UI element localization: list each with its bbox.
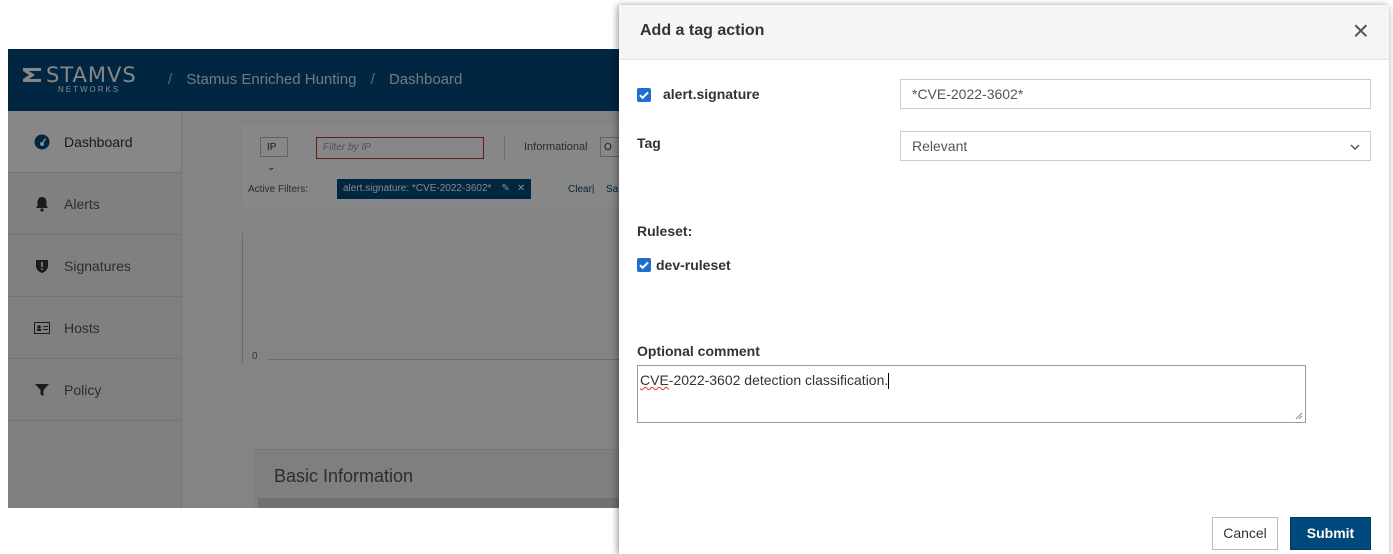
submit-button[interactable]: Submit xyxy=(1290,517,1371,550)
comment-label: Optional comment xyxy=(637,343,760,359)
comment-spellcheck-word: CVE xyxy=(640,372,669,388)
close-icon[interactable]: × xyxy=(1353,16,1369,46)
chevron-down-icon xyxy=(1350,144,1360,151)
modal-backdrop[interactable] xyxy=(8,49,620,508)
ruleset-label: Ruleset: xyxy=(637,223,693,239)
tag-select-value: Relevant xyxy=(912,138,968,154)
background-app: STAMVS NETWORKS / Stamus Enriched Huntin… xyxy=(8,49,620,508)
tag-label: Tag xyxy=(637,135,661,151)
check-icon xyxy=(639,91,649,100)
modal-header: Add a tag action × xyxy=(619,5,1389,60)
tag-select[interactable]: Relevant xyxy=(900,131,1371,161)
comment-text: -2022-3602 detection classification. xyxy=(668,372,889,388)
check-icon xyxy=(639,261,649,270)
resize-handle-icon[interactable] xyxy=(1295,412,1303,420)
ruleset-item-label: dev-ruleset xyxy=(656,257,731,273)
signature-value-input[interactable]: *CVE-2022-3602* xyxy=(900,79,1371,109)
add-tag-action-modal: Add a tag action × alert.signature *CVE-… xyxy=(619,5,1389,554)
text-cursor xyxy=(888,373,890,390)
modal-title: Add a tag action xyxy=(640,22,765,39)
signature-checkbox[interactable] xyxy=(637,88,651,102)
cancel-button[interactable]: Cancel xyxy=(1212,517,1278,550)
signature-label: alert.signature xyxy=(663,86,760,102)
comment-textarea[interactable]: CVE-2022-3602 detection classification. xyxy=(637,365,1306,423)
ruleset-checkbox[interactable] xyxy=(637,258,651,272)
